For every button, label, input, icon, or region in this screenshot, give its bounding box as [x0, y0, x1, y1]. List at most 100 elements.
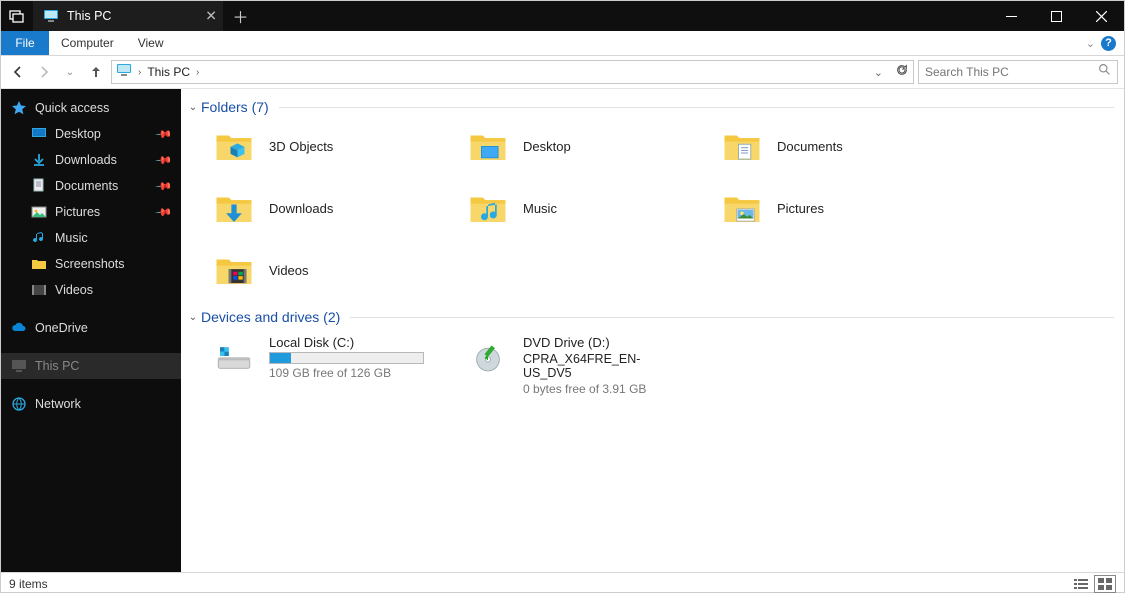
details-view-button[interactable] [1070, 575, 1092, 593]
sidebar-this-pc[interactable]: This PC [1, 353, 181, 379]
folder-icon [721, 125, 763, 167]
status-bar: 9 items [1, 572, 1124, 594]
sidebar-item-label: OneDrive [35, 321, 88, 335]
address-bar[interactable]: › This PC › ⌄ [111, 60, 914, 84]
navigation-row: ⌄ › This PC › ⌄ [1, 56, 1124, 89]
help-icon[interactable]: ? [1101, 36, 1116, 51]
sidebar-quick-access[interactable]: Quick access [1, 95, 181, 121]
pin-icon: 📌 [155, 125, 174, 144]
folder-downloads[interactable]: Downloads [185, 183, 435, 245]
close-window-button[interactable] [1079, 1, 1124, 31]
sidebar-item-documents[interactable]: Documents 📌 [1, 173, 181, 199]
ribbon-tab-view[interactable]: View [126, 31, 176, 55]
this-pc-icon [116, 62, 132, 83]
title-bar: This PC ✕ ＋ [1, 1, 1124, 31]
sidebar-item-label: Downloads [55, 153, 117, 167]
folder-3d-objects[interactable]: 3D Objects [185, 121, 435, 183]
search-icon[interactable] [1098, 63, 1111, 81]
sidebar-network[interactable]: Network [1, 391, 181, 417]
pictures-icon [31, 204, 47, 220]
folder-icon [213, 249, 255, 291]
recent-locations-button[interactable]: ⌄ [59, 61, 81, 83]
drive-local-disk-c[interactable]: Local Disk (C:) 109 GB free of 126 GB [185, 331, 435, 412]
folder-videos[interactable]: Videos [185, 245, 435, 307]
sidebar-item-desktop[interactable]: Desktop 📌 [1, 121, 181, 147]
folder-label: Desktop [523, 139, 571, 154]
minimize-button[interactable] [989, 1, 1034, 31]
group-header-folders[interactable]: ⌄ Folders (7) [185, 97, 1114, 121]
star-icon [11, 100, 27, 116]
group-title: Devices and drives (2) [201, 309, 340, 325]
sidebar-item-label: Videos [55, 283, 93, 297]
chevron-down-icon[interactable]: ⌄ [185, 312, 201, 323]
multitask-icon[interactable] [1, 1, 33, 31]
folder-music[interactable]: Music [439, 183, 689, 245]
tiles-view-button[interactable] [1094, 575, 1116, 593]
folder-icon [467, 125, 509, 167]
sidebar-item-label: Quick access [35, 101, 109, 115]
this-pc-icon [11, 358, 27, 374]
maximize-button[interactable] [1034, 1, 1079, 31]
drive-icon [213, 335, 255, 377]
ribbon-expand-icon[interactable]: ⌄ [1086, 37, 1095, 50]
chevron-right-icon[interactable]: › [138, 67, 141, 78]
chevron-down-icon[interactable]: ⌄ [185, 102, 201, 113]
search-input[interactable] [925, 65, 1098, 79]
forward-button[interactable] [33, 61, 55, 83]
this-pc-icon [43, 8, 59, 24]
sidebar-item-label: Documents [55, 179, 118, 193]
drive-free-text: 109 GB free of 126 GB [269, 366, 424, 380]
sidebar-item-downloads[interactable]: Downloads 📌 [1, 147, 181, 173]
search-box[interactable] [918, 60, 1118, 84]
folder-label: 3D Objects [269, 139, 333, 154]
breadcrumb-this-pc[interactable]: This PC [147, 65, 190, 79]
sidebar-onedrive[interactable]: OneDrive [1, 315, 181, 341]
ribbon-bar: File Computer View ⌄ ? [1, 31, 1124, 56]
up-button[interactable] [85, 61, 107, 83]
pin-icon: 📌 [155, 203, 174, 222]
sidebar-item-pictures[interactable]: Pictures 📌 [1, 199, 181, 225]
close-tab-icon[interactable]: ✕ [205, 8, 217, 25]
sidebar-item-label: Network [35, 397, 81, 411]
sidebar-item-label: This PC [35, 359, 79, 373]
folder-icon [213, 125, 255, 167]
drive-volume-label: CPRA_X64FRE_EN-US_DV5 [523, 352, 687, 380]
status-item-count: 9 items [9, 577, 48, 591]
content-pane: ⌄ Folders (7) 3D Objects Desktop [181, 89, 1124, 572]
cloud-icon [11, 320, 27, 336]
folder-documents[interactable]: Documents [693, 121, 943, 183]
folder-pictures[interactable]: Pictures [693, 183, 943, 245]
file-menu[interactable]: File [1, 31, 49, 55]
folder-icon [31, 256, 47, 272]
pin-icon: 📌 [155, 177, 174, 196]
drive-capacity-bar [269, 352, 424, 364]
group-title: Folders (7) [201, 99, 269, 115]
sidebar-item-label: Pictures [55, 205, 100, 219]
folder-desktop[interactable]: Desktop [439, 121, 689, 183]
ribbon-tab-computer[interactable]: Computer [49, 31, 126, 55]
group-header-drives[interactable]: ⌄ Devices and drives (2) [185, 307, 1114, 331]
window-tab[interactable]: This PC ✕ [33, 1, 223, 31]
folder-icon [213, 187, 255, 229]
sidebar-item-label: Desktop [55, 127, 101, 141]
tab-title: This PC [67, 9, 111, 23]
refresh-icon[interactable] [895, 63, 909, 82]
drive-name: DVD Drive (D:) [523, 335, 687, 350]
folder-label: Documents [777, 139, 843, 154]
sidebar-item-screenshots[interactable]: Screenshots [1, 251, 181, 277]
sidebar-item-music[interactable]: Music [1, 225, 181, 251]
folder-icon [467, 187, 509, 229]
new-tab-button[interactable]: ＋ [223, 1, 258, 31]
sidebar-item-label: Screenshots [55, 257, 124, 271]
desktop-icon [31, 126, 47, 142]
back-button[interactable] [7, 61, 29, 83]
drive-free-text: 0 bytes free of 3.91 GB [523, 382, 687, 396]
chevron-right-icon[interactable]: › [196, 67, 199, 78]
sidebar-item-videos[interactable]: Videos [1, 277, 181, 303]
music-icon [31, 230, 47, 246]
drive-dvd-d[interactable]: DVD Drive (D:) CPRA_X64FRE_EN-US_DV5 0 b… [439, 331, 689, 412]
folder-label: Pictures [777, 201, 824, 216]
download-icon [31, 152, 47, 168]
address-dropdown-icon[interactable]: ⌄ [874, 66, 883, 79]
folder-label: Downloads [269, 201, 333, 216]
